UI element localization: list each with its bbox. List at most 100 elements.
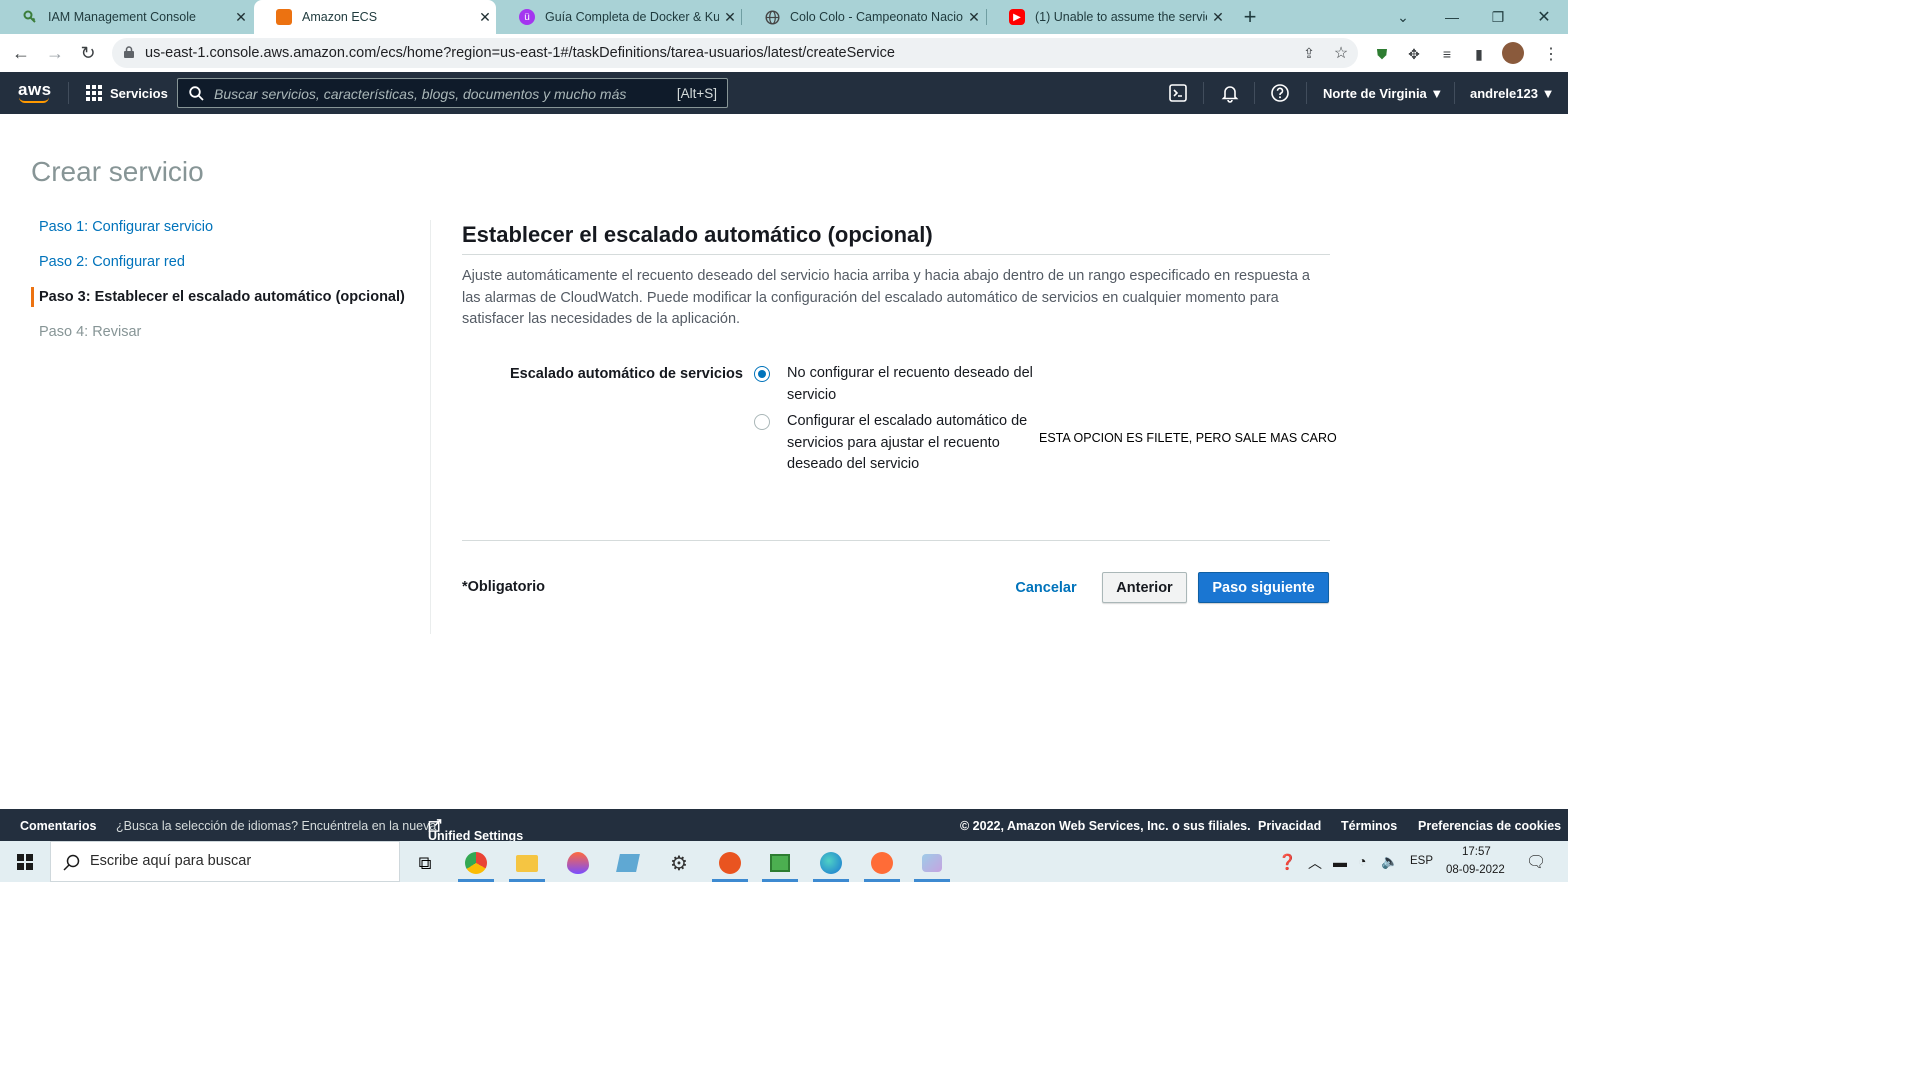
- section-title: Establecer el escalado automático (opcio…: [462, 222, 933, 247]
- close-icon[interactable]: ✕: [230, 9, 252, 26]
- share-icon[interactable]: ⇪: [1300, 44, 1318, 62]
- close-icon[interactable]: ✕: [963, 9, 985, 26]
- form-divider: [462, 540, 1330, 541]
- back-arrow-icon[interactable]: ←: [8, 40, 34, 66]
- close-icon[interactable]: ✕: [474, 9, 496, 26]
- caret-down-icon: ▼: [1430, 86, 1444, 101]
- clock-date[interactable]: 08-09-2022: [1446, 864, 1505, 876]
- search-icon: [63, 854, 80, 871]
- tab-youtube[interactable]: ▶ (1) Unable to assume the service ✕: [987, 0, 1229, 34]
- unified-settings-link[interactable]: Unified Settings: [428, 819, 523, 843]
- profile-avatar[interactable]: [1502, 42, 1524, 64]
- tab-title: Guía Completa de Docker & Kub: [545, 10, 719, 24]
- tab-title: IAM Management Console: [48, 10, 196, 24]
- more-menu-icon[interactable]: ⋮: [1542, 45, 1560, 63]
- next-step-button[interactable]: Paso siguiente: [1198, 572, 1329, 603]
- tab-iam[interactable]: IAM Management Console ✕: [0, 0, 252, 34]
- shield-extension-icon[interactable]: ⛊: [1373, 45, 1391, 63]
- windows-taskbar: Escribe aquí para buscar ⧉ ⚙ ❓ ︿ ▬ ◔ 🔈 E…: [0, 841, 1568, 882]
- taskbar-postman-icon[interactable]: [862, 846, 902, 882]
- divider: [1254, 82, 1255, 104]
- help-question-icon[interactable]: [1270, 83, 1290, 103]
- side-panel-icon[interactable]: ▮: [1470, 45, 1488, 63]
- radio-no-autoscaling[interactable]: [754, 366, 770, 382]
- feedback-link[interactable]: Comentarios: [20, 819, 96, 833]
- divider: [1306, 82, 1307, 104]
- terms-link[interactable]: Términos: [1341, 819, 1397, 833]
- privacy-link[interactable]: Privacidad: [1258, 819, 1321, 833]
- divider: [1454, 82, 1455, 104]
- bookmark-star-icon[interactable]: ☆: [1332, 44, 1350, 62]
- language-indicator[interactable]: ESP: [1410, 855, 1433, 867]
- media-control-icon[interactable]: ≡: [1438, 45, 1456, 63]
- close-window-button[interactable]: ✕: [1521, 0, 1567, 34]
- udemy-icon: ü: [519, 9, 535, 25]
- taskbar-search-input[interactable]: Escribe aquí para buscar: [50, 841, 400, 882]
- address-bar[interactable]: us-east-1.console.aws.amazon.com/ecs/hom…: [112, 38, 1358, 68]
- region-label: Norte de Virginia: [1323, 86, 1427, 101]
- tab-search-chevron-icon[interactable]: ⌄: [1380, 0, 1426, 34]
- region-selector[interactable]: Norte de Virginia ▼: [1323, 86, 1443, 101]
- taskbar-file-explorer-icon[interactable]: [507, 846, 547, 882]
- reload-icon[interactable]: ↻: [75, 40, 101, 66]
- cloudshell-icon[interactable]: [1168, 83, 1188, 103]
- services-grid-icon[interactable]: [86, 85, 102, 101]
- aws-search-input[interactable]: Buscar servicios, características, blogs…: [177, 78, 728, 108]
- tab-title: Colo Colo - Campeonato Nacion: [790, 10, 963, 24]
- taskbar-cube-app-icon[interactable]: [608, 846, 648, 880]
- minimize-button[interactable]: —: [1429, 0, 1475, 34]
- tab-colo-colo[interactable]: Colo Colo - Campeonato Nacion ✕: [742, 0, 985, 34]
- services-menu-button[interactable]: Servicios: [110, 86, 168, 101]
- account-menu[interactable]: andrele123 ▼: [1470, 86, 1554, 101]
- help-tray-icon[interactable]: ❓: [1278, 853, 1297, 871]
- section-description: Ajuste automáticamente el recuento desea…: [462, 268, 1310, 327]
- taskbar-drop-app-icon[interactable]: [558, 846, 598, 880]
- task-view-icon[interactable]: ⧉: [405, 846, 445, 880]
- cookie-preferences-link[interactable]: Preferencias de cookies: [1418, 819, 1561, 833]
- close-icon[interactable]: ✕: [719, 9, 741, 26]
- radio-configure-autoscaling[interactable]: [754, 414, 770, 430]
- taskbar-paint-icon[interactable]: [912, 846, 952, 882]
- radio-no-autoscaling-label[interactable]: No configurar el recuento deseado del se…: [787, 363, 1037, 406]
- search-icon: [189, 86, 204, 101]
- account-username: andrele123: [1470, 86, 1538, 101]
- restore-button[interactable]: ❐: [1475, 0, 1521, 34]
- clock-time[interactable]: 17:57: [1462, 846, 1491, 858]
- search-shortcut: [Alt+S]: [676, 86, 717, 101]
- annotation-note: ESTA OPCION ES FILETE, PERO SALE MAS CAR…: [1039, 431, 1337, 445]
- taskbar-edge-icon[interactable]: [811, 846, 851, 882]
- forward-arrow-icon[interactable]: →: [42, 40, 68, 66]
- youtube-icon: ▶: [1009, 9, 1025, 25]
- taskbar-image-editor-icon[interactable]: [760, 846, 800, 882]
- aws-footer: Comentarios ¿Busca la selección de idiom…: [0, 809, 1568, 843]
- volume-icon[interactable]: 🔈: [1381, 853, 1398, 870]
- cancel-button[interactable]: Cancelar: [1006, 572, 1086, 603]
- step-2-link[interactable]: Paso 2: Configurar red: [39, 254, 185, 270]
- chevron-up-icon[interactable]: ︿: [1308, 853, 1322, 873]
- previous-button[interactable]: Anterior: [1102, 572, 1187, 603]
- notifications-bell-icon[interactable]: [1220, 83, 1240, 103]
- radio-configure-autoscaling-label[interactable]: Configurar el escalado automático de ser…: [787, 411, 1037, 476]
- aws-navbar: aws Servicios Buscar servicios, caracter…: [0, 72, 1568, 114]
- step-1-link[interactable]: Paso 1: Configurar servicio: [39, 219, 213, 235]
- divider: [1203, 82, 1204, 104]
- aws-logo-smile: [19, 97, 49, 103]
- taskbar-settings-gear-icon[interactable]: ⚙: [659, 846, 699, 880]
- new-tab-button[interactable]: +: [1228, 0, 1272, 34]
- wifi-icon[interactable]: ◔: [1358, 853, 1366, 869]
- taskbar-ubuntu-icon[interactable]: [710, 846, 750, 882]
- windows-start-icon[interactable]: [17, 854, 33, 870]
- ecs-cube-icon: [276, 9, 292, 25]
- browser-toolbar: ← → ↻ us-east-1.console.aws.amazon.com/e…: [0, 34, 1568, 72]
- tab-amazon-ecs[interactable]: Amazon ECS ✕: [254, 0, 496, 34]
- extensions-puzzle-icon[interactable]: ✥: [1405, 45, 1423, 63]
- close-icon[interactable]: ✕: [1207, 9, 1229, 26]
- tab-title: (1) Unable to assume the service: [1035, 10, 1207, 24]
- tab-guia-docker[interactable]: ü Guía Completa de Docker & Kub ✕: [497, 0, 741, 34]
- taskbar-chrome-icon[interactable]: [456, 846, 496, 882]
- url-text: us-east-1.console.aws.amazon.com/ecs/hom…: [145, 45, 895, 61]
- search-placeholder: Buscar servicios, características, blogs…: [214, 86, 627, 102]
- notification-center-icon[interactable]: 🗨: [1526, 852, 1546, 872]
- wizard-divider: [430, 220, 431, 634]
- battery-icon[interactable]: ▬: [1333, 854, 1347, 870]
